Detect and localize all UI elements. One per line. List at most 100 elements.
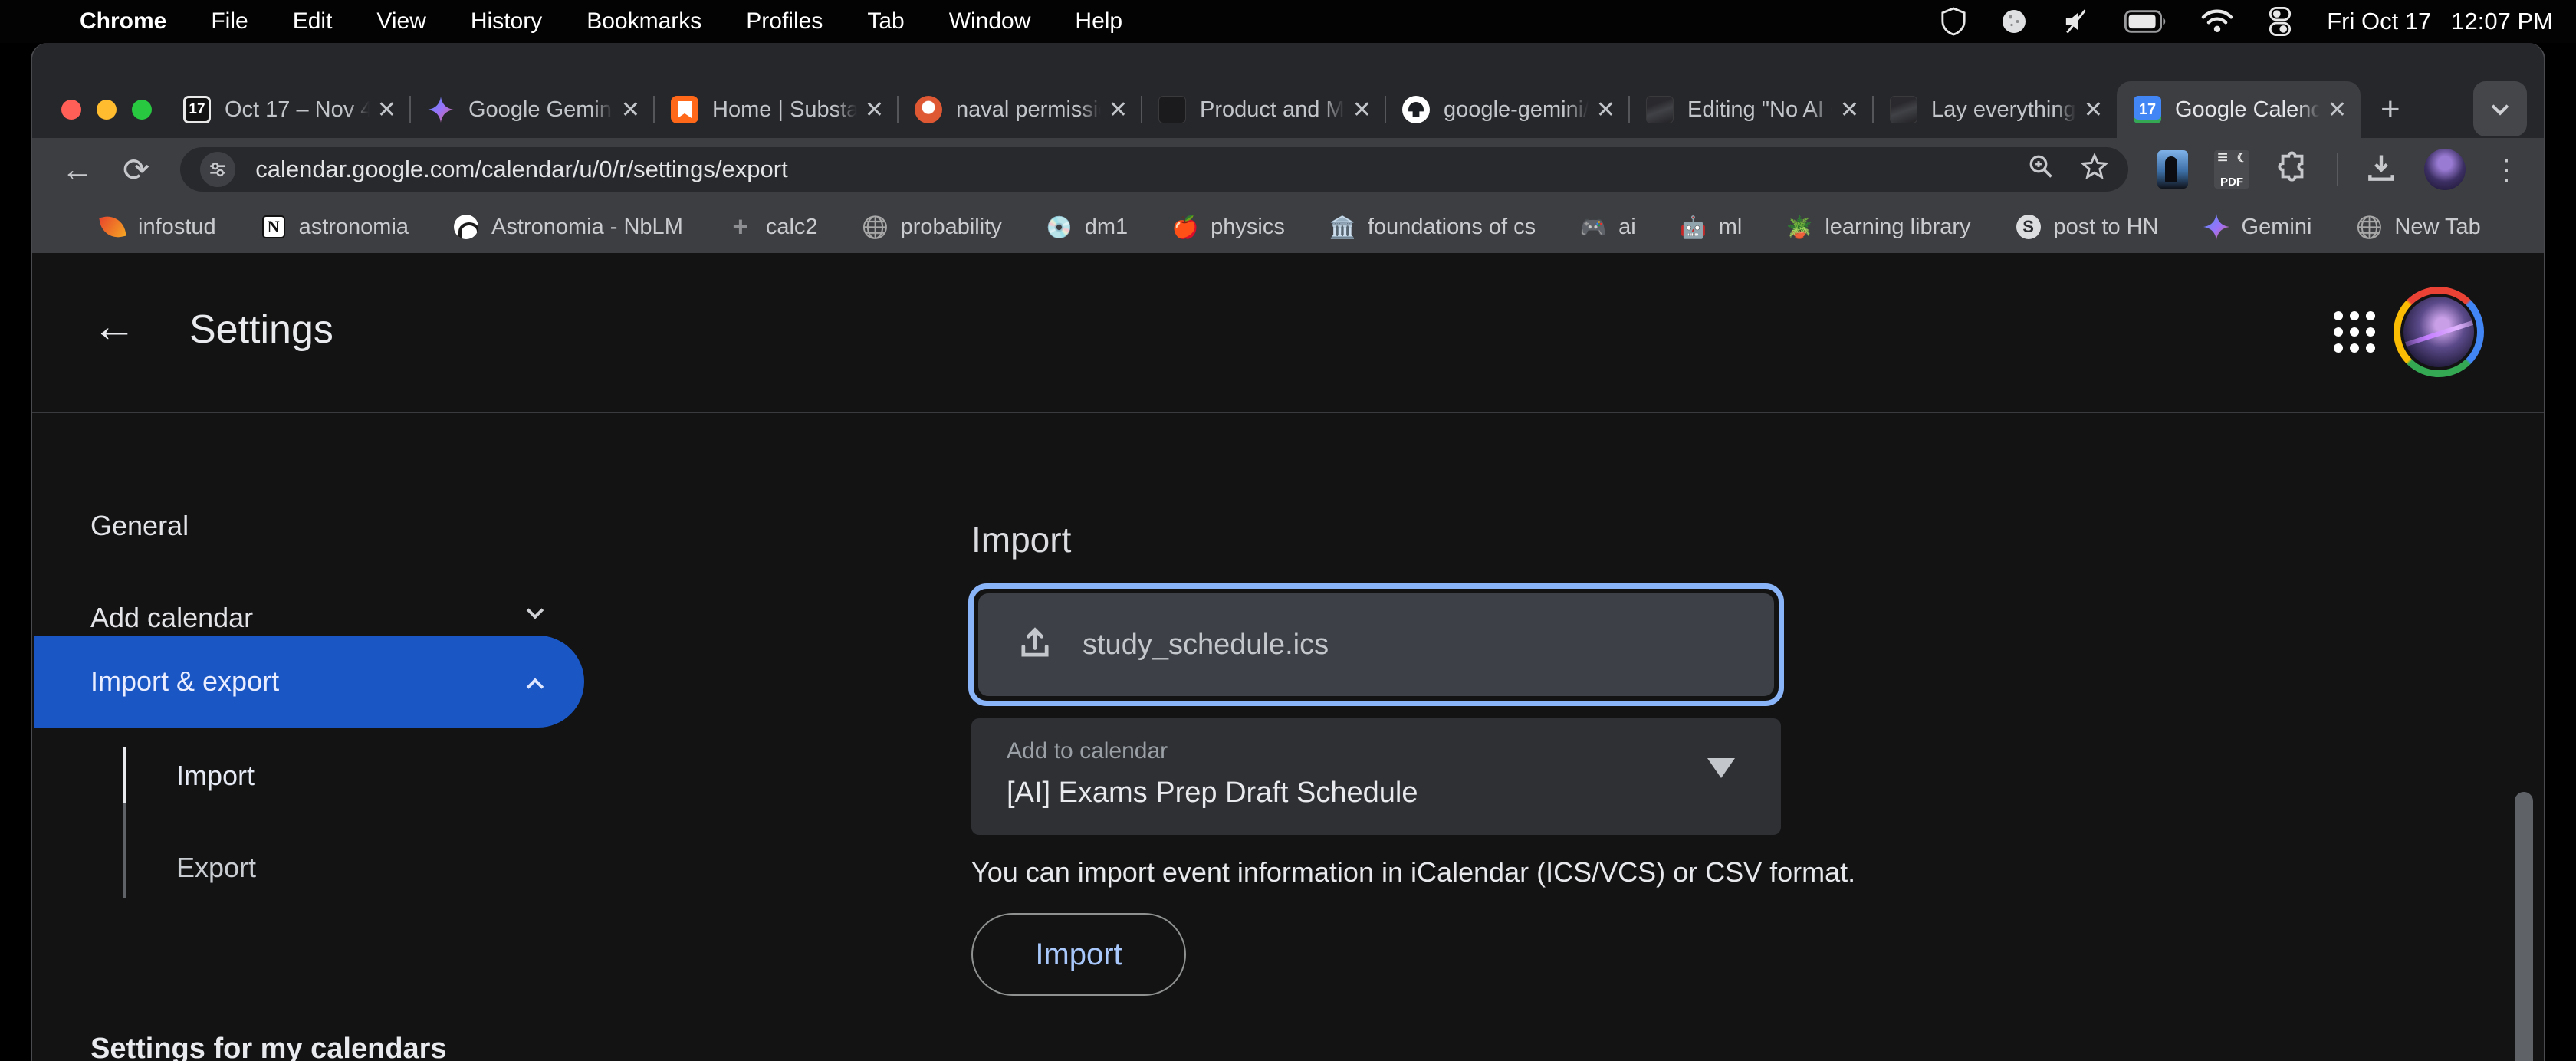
sidebar-subitem-import[interactable]: Import xyxy=(176,760,255,792)
close-icon[interactable]: ✕ xyxy=(865,97,884,123)
site-settings-icon[interactable] xyxy=(200,152,235,187)
close-icon[interactable]: ✕ xyxy=(621,97,640,123)
macos-menu-bar: Chrome File Edit View History Bookmarks … xyxy=(0,0,2576,43)
globe-icon: 🌐 xyxy=(863,214,889,240)
downloads-icon[interactable] xyxy=(2364,151,2398,189)
shield-icon[interactable] xyxy=(1940,7,1967,36)
bookmark-gemini[interactable]: Gemini xyxy=(2203,214,2312,240)
tab-google-calendar-active[interactable]: 17 Google Calenda ✕ xyxy=(2117,81,2361,138)
tab-substack-home[interactable]: Home | Substac ✕ xyxy=(654,81,898,138)
close-icon[interactable]: ✕ xyxy=(2328,97,2347,123)
bookmark-probability[interactable]: 🌐 probability xyxy=(863,214,1002,240)
menu-edit[interactable]: Edit xyxy=(293,8,333,34)
profile-avatar[interactable] xyxy=(2424,149,2466,190)
tab-editing-doc[interactable]: Editing "No AI C ✕ xyxy=(1629,81,1873,138)
back-arrow-icon[interactable]: ← xyxy=(92,301,136,352)
close-icon[interactable]: ✕ xyxy=(2084,97,2103,123)
close-icon[interactable]: ✕ xyxy=(1352,97,1372,123)
fullscreen-window-button[interactable] xyxy=(132,100,152,120)
menu-tab[interactable]: Tab xyxy=(867,8,904,34)
control-center-icon[interactable] xyxy=(2267,7,2293,36)
mute-icon[interactable] xyxy=(2062,8,2091,35)
tab-calendar-dates[interactable]: 17 Oct 17 – Nov 4, ✕ xyxy=(166,81,410,138)
bookmark-infostud[interactable]: infostud xyxy=(100,214,216,240)
pdf-darkmode-extension-icon[interactable]: PDF xyxy=(2214,150,2249,189)
close-icon[interactable]: ✕ xyxy=(1840,97,1859,123)
menu-profiles[interactable]: Profiles xyxy=(746,8,823,34)
bookmark-learning-library[interactable]: 🪴 learning library xyxy=(1786,214,1970,240)
close-icon[interactable]: ✕ xyxy=(1596,97,1615,123)
notebooklm-icon xyxy=(453,214,479,240)
tab-search-button[interactable] xyxy=(2473,81,2527,136)
tab-naval-permission[interactable]: naval permissio ✕ xyxy=(898,81,1142,138)
new-tab-button[interactable]: + xyxy=(2361,81,2420,138)
apple-fruit-icon: 🍎 xyxy=(1172,214,1198,240)
sidebar-item-import-export[interactable]: Import & export xyxy=(34,636,584,728)
scrollbar-thumb[interactable] xyxy=(2515,792,2533,1061)
bookmark-star-icon[interactable] xyxy=(2081,153,2108,187)
extensions-puzzle-icon[interactable] xyxy=(2275,150,2311,189)
bookmark-dm1[interactable]: 💿 dm1 xyxy=(1046,214,1128,240)
selected-file-name: study_schedule.ics xyxy=(1083,629,1329,662)
kindle-extension-icon[interactable] xyxy=(2157,150,2188,189)
chevron-down-icon xyxy=(2492,98,2509,116)
menu-view[interactable]: View xyxy=(376,8,426,34)
menu-chrome[interactable]: Chrome xyxy=(80,8,166,34)
bookmark-physics[interactable]: 🍎 physics xyxy=(1172,214,1285,240)
sidebar-item-add-calendar[interactable]: Add calendar xyxy=(90,602,253,634)
battery-icon[interactable] xyxy=(2124,10,2167,33)
tab-github-google-gemini[interactable]: google-gemini/g ✕ xyxy=(1385,81,1629,138)
photo-favicon xyxy=(1890,96,1917,123)
close-window-button[interactable] xyxy=(61,100,81,120)
browser-toolbar: ← ⟳ calendar.google.com/calendar/u/0/r/s… xyxy=(32,138,2544,201)
account-avatar[interactable] xyxy=(2394,287,2484,377)
menu-help[interactable]: Help xyxy=(1075,8,1122,34)
bookmark-calc2[interactable]: + calc2 xyxy=(728,214,818,240)
menu-file[interactable]: File xyxy=(211,8,248,34)
reload-button[interactable]: ⟳ xyxy=(123,151,150,189)
address-bar[interactable]: calendar.google.com/calendar/u/0/r/setti… xyxy=(180,147,2128,192)
bookmarks-bar: infostud N astronomia Astronomia - NbLM … xyxy=(32,201,2544,253)
wifi-icon[interactable] xyxy=(2201,9,2233,34)
zoom-icon[interactable] xyxy=(2027,153,2055,187)
bookmark-astronomia-nblm[interactable]: Astronomia - NbLM xyxy=(453,214,683,240)
chevron-down-icon[interactable] xyxy=(527,602,544,619)
dark-app-favicon xyxy=(1158,96,1186,123)
bookmark-post-to-hn[interactable]: S post to HN xyxy=(2016,214,2159,240)
menu-history[interactable]: History xyxy=(471,8,542,34)
menu-bookmarks[interactable]: Bookmarks xyxy=(586,8,702,34)
settings-content: General Add calendar Import & export Imp… xyxy=(32,413,2544,1061)
menu-bar-clock[interactable]: Fri Oct 1712:07 PM xyxy=(2327,8,2553,35)
calendar-outline-favicon: 17 xyxy=(183,96,211,123)
chrome-menu-icon[interactable]: ⋮ xyxy=(2492,153,2521,187)
bookmark-ai[interactable]: 🎮 ai xyxy=(1580,214,1636,240)
menu-window[interactable]: Window xyxy=(949,8,1031,34)
tab-lay-everything[interactable]: Lay everything ✕ xyxy=(1873,81,2117,138)
tab-product-and-me[interactable]: Product and Me ✕ xyxy=(1142,81,1385,138)
file-upload-field-focused[interactable]: study_schedule.ics xyxy=(968,583,1784,706)
photo-favicon xyxy=(1646,96,1674,123)
close-icon[interactable]: ✕ xyxy=(377,97,396,123)
back-button[interactable]: ← xyxy=(61,151,94,188)
import-button[interactable]: Import xyxy=(971,913,1186,996)
moon-circle-icon[interactable] xyxy=(2000,8,2028,35)
minimize-window-button[interactable] xyxy=(97,100,117,120)
cd-icon: 💿 xyxy=(1046,214,1073,240)
globe-icon: 🌐 xyxy=(2356,214,2382,240)
close-icon[interactable]: ✕ xyxy=(1109,97,1128,123)
url-text[interactable]: calendar.google.com/calendar/u/0/r/setti… xyxy=(255,156,2001,183)
tab-google-gemini[interactable]: Google Gemini ✕ xyxy=(410,81,654,138)
add-to-calendar-dropdown[interactable]: Add to calendar [AI] Exams Prep Draft Sc… xyxy=(971,718,1781,835)
google-apps-grid-icon[interactable] xyxy=(2334,311,2375,353)
page-title: Settings xyxy=(189,307,334,353)
sidebar-item-general[interactable]: General xyxy=(90,510,189,542)
game-controller-icon: 🎮 xyxy=(1580,214,1606,240)
dropdown-label: Add to calendar xyxy=(1007,738,1781,764)
duckduckgo-favicon xyxy=(915,96,942,123)
bookmark-ml[interactable]: 🤖 ml xyxy=(1681,214,1743,240)
bookmark-astronomia[interactable]: N astronomia xyxy=(261,214,409,240)
sidebar-subitem-export[interactable]: Export xyxy=(176,852,256,884)
bookmark-new-tab[interactable]: 🌐 New Tab xyxy=(2356,214,2480,240)
import-section-heading: Import xyxy=(971,519,1071,560)
bookmark-foundations-of-cs[interactable]: 🏛️ foundations of cs xyxy=(1329,214,1536,240)
